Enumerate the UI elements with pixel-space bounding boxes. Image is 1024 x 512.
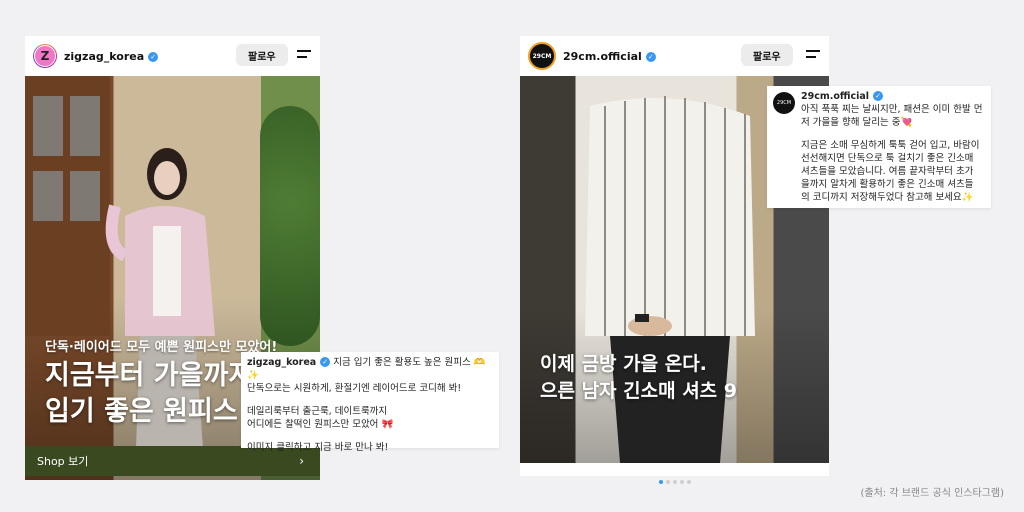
caption-line: 데일리룩부터 출근룩, 데이트룩까지 (247, 406, 388, 417)
carousel-dots[interactable] (520, 469, 829, 488)
post-header: 29CM 29cm.official ✓ 팔로우 (520, 36, 829, 76)
29cm-caption: 29CM 29cm.official ✓ 아직 푹푹 찌는 날씨지만, 패션은 이… (767, 86, 991, 208)
verified-icon: ✓ (645, 51, 656, 62)
avatar[interactable]: Z (33, 44, 57, 68)
menu-icon[interactable] (297, 50, 311, 62)
menu-icon[interactable] (806, 50, 820, 62)
caption-line: 셔츠들을 모았습니다. 여름 끝자락부터 초가 (801, 166, 974, 177)
caption-line: 의 코디까지 저장해두었다 참고해 보세요✨ (801, 192, 974, 203)
caption-avatar[interactable]: 29CM (773, 92, 795, 114)
post-header: Z zigzag_korea ✓ 팔로우 (25, 36, 320, 76)
follow-button[interactable]: 팔로우 (236, 44, 288, 66)
avatar-letter: Z (34, 45, 56, 67)
overlay-title: 이제 금방 가을 온다. 으른 남자 긴소매 셔츠 9 (540, 351, 737, 405)
username-text: 29cm.official (563, 49, 642, 63)
follow-button[interactable]: 팔로우 (741, 44, 793, 66)
verified-icon: ✓ (873, 91, 884, 101)
caption-line: 아직 푹푹 찌는 날씨지만, 패션은 이미 한발 먼 (801, 104, 983, 115)
shop-label: Shop 보기 (37, 455, 89, 468)
username[interactable]: zigzag_korea ✓ (64, 49, 159, 63)
shrub-graphic (260, 106, 320, 346)
caption-line: 지금은 소매 무심하게 툭툭 걷어 입고, 바람이 (801, 140, 980, 151)
caption-line: 어디에든 찰떡인 원피스만 모았어 🎀 (247, 419, 394, 430)
caption-line: 저 가을을 향해 달리는 중💘 (801, 117, 913, 128)
source-note: (출처: 각 브랜드 공식 인스타그램) (860, 488, 1005, 499)
caption-line: 이미지 클릭하고 지금 바로 만나 봐! (247, 442, 389, 453)
door-graphic (25, 76, 110, 336)
username[interactable]: 29cm.official ✓ (563, 50, 656, 63)
caption-line: 을까지 알차게 활용하기 좋은 긴소매 셔츠들 (801, 179, 974, 190)
username-text: zigzag_korea (64, 49, 145, 63)
zigzag-caption: zigzag_korea ✓ 지금 입기 좋은 활용도 높은 원피스 🫶 ✨ 단독… (241, 352, 499, 453)
overlay-line1: 이제 금방 가을 온다. (540, 353, 707, 375)
caption-line: 선선해지면 단독으로 툭 걸치기 좋은 긴소매 (801, 153, 974, 164)
verified-icon: ✓ (320, 357, 331, 367)
verified-icon: ✓ (148, 51, 159, 62)
avatar[interactable]: 29CM (528, 42, 556, 70)
caption-username[interactable]: zigzag_korea (247, 357, 316, 368)
caption-username[interactable]: 29cm.official (801, 91, 869, 102)
overlay-line2: 으른 남자 긴소매 셔츠 9 (540, 380, 737, 402)
chevron-right-icon: › (299, 454, 304, 468)
caption-line: 단독으로는 시원하게, 환절기엔 레이어드로 코디해 봐! (247, 383, 462, 394)
